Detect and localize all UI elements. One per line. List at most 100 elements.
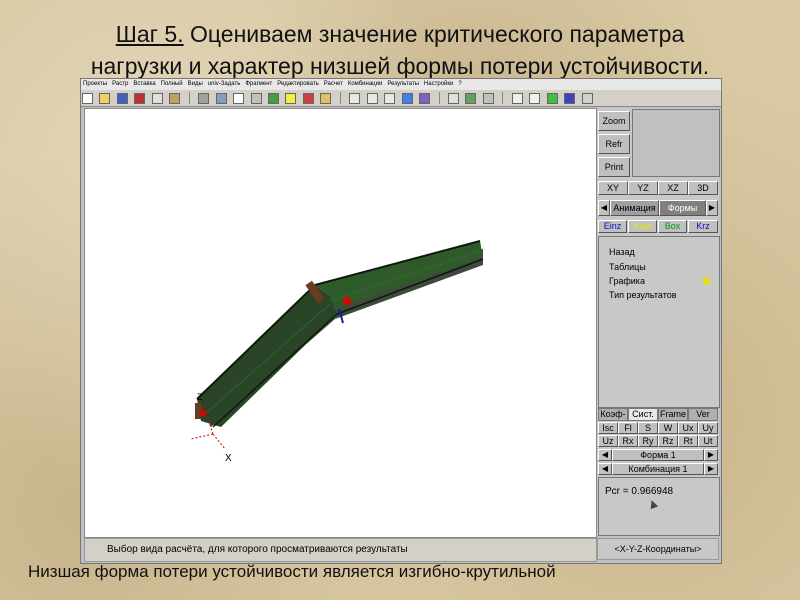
coordinates-readout: <X-Y-Z-Координаты> <box>597 538 719 560</box>
component-ry-button[interactable]: Ry <box>638 435 658 447</box>
view-xz-button[interactable]: XZ <box>658 181 688 195</box>
forma-next-arrow[interactable]: ▶ <box>704 449 718 461</box>
view-3d-button[interactable]: 3D <box>688 181 718 195</box>
lock-icon[interactable] <box>482 93 494 104</box>
axis-y-line <box>190 433 214 440</box>
combo-selector[interactable]: Комбинация 1 <box>612 463 704 475</box>
cut-icon[interactable] <box>134 93 146 104</box>
beam-right-web <box>315 241 483 309</box>
anim-right-arrow[interactable]: ▶ <box>706 200 718 216</box>
component-rt-button[interactable]: Rt <box>678 435 698 447</box>
beam-hatch <box>204 303 331 415</box>
zoom-in-icon[interactable] <box>349 93 361 104</box>
mirror-icon[interactable] <box>320 93 332 104</box>
bulb-icon[interactable] <box>285 93 297 104</box>
menu-item-10[interactable]: Результаты <box>387 81 419 87</box>
animation-tab[interactable]: Анимация <box>610 200 659 216</box>
slide-title: Шаг 5. Оцениваем значение критического п… <box>20 18 780 82</box>
component-ux-button[interactable]: Ux <box>678 422 698 434</box>
beam-model-view: Z X <box>190 240 484 464</box>
combo-next-arrow[interactable]: ▶ <box>704 463 718 475</box>
nav-result-type[interactable]: Тип результатов <box>609 290 677 300</box>
print-button[interactable]: Print <box>598 157 630 177</box>
component-ut-button[interactable]: Ut <box>698 435 718 447</box>
nav-tables[interactable]: Таблицы <box>609 262 646 272</box>
line-icon[interactable] <box>564 93 576 104</box>
zoom-window-icon[interactable] <box>384 93 396 104</box>
nav-graphics[interactable]: Графика <box>609 276 645 286</box>
grid-icon[interactable] <box>215 93 227 104</box>
support-marker-left <box>195 403 201 419</box>
copy-icon[interactable] <box>151 93 163 104</box>
layer-icon[interactable] <box>511 93 523 104</box>
arrow-icon[interactable] <box>546 93 558 104</box>
node-icon[interactable] <box>267 93 279 104</box>
menu-item-4[interactable]: Виды <box>188 81 203 87</box>
menu-item-12[interactable]: ? <box>458 81 461 87</box>
menu-item-2[interactable]: Вставка <box>133 81 155 87</box>
menu-item-5[interactable]: univ-Задать <box>208 81 241 87</box>
print-icon[interactable] <box>198 93 210 104</box>
combo-prev-arrow[interactable]: ◀ <box>598 463 612 475</box>
pcr-value: Pcr = 0.966948 <box>605 486 674 497</box>
menu-item-3[interactable]: Полный <box>161 81 183 87</box>
status-text: Выбор вида расчёта, для которого просмат… <box>107 544 408 555</box>
component-s-button[interactable]: S <box>638 422 658 434</box>
info-icon[interactable] <box>401 93 413 104</box>
menu-item-8[interactable]: Расчет <box>324 81 343 87</box>
axis-x-line <box>212 433 226 450</box>
mode-auto-button[interactable]: Auto <box>628 220 657 233</box>
preview-box <box>632 109 720 177</box>
menu-item-11[interactable]: Настройки <box>424 81 453 87</box>
delete-icon[interactable] <box>302 93 314 104</box>
cross-icon[interactable] <box>529 93 541 104</box>
view-yz-button[interactable]: YZ <box>628 181 658 195</box>
nav-back[interactable]: Назад <box>609 247 635 257</box>
component-w-button[interactable]: W <box>658 422 678 434</box>
axis-z-label: Z <box>197 392 203 402</box>
anim-left-arrow[interactable]: ◀ <box>598 200 610 216</box>
tab-frame[interactable]: Frame <box>658 408 688 421</box>
model-viewport[interactable]: Z X <box>84 108 597 538</box>
zoom-out-icon[interactable] <box>366 93 378 104</box>
tab-ver[interactable]: Ver <box>688 408 718 421</box>
slide-caption: Низшая форма потери устойчивости являетс… <box>28 562 556 581</box>
component-uz-button[interactable]: Uz <box>598 435 618 447</box>
mode-box-button[interactable]: Box <box>658 220 687 233</box>
save-icon[interactable] <box>116 93 128 104</box>
side-panel: Zoom Refr Print XY YZ XZ 3D ◀ Анимация Ф… <box>597 108 720 536</box>
calc-icon[interactable] <box>419 93 431 104</box>
forma-selector[interactable]: Форма 1 <box>612 449 704 461</box>
forms-tab[interactable]: Формы <box>659 200 706 216</box>
component-uy-button[interactable]: Uy <box>698 422 718 434</box>
selection-marker-icon <box>701 276 709 286</box>
zoom-button[interactable]: Zoom <box>598 111 630 131</box>
component-rz-button[interactable]: Rz <box>658 435 678 447</box>
component-rx-button[interactable]: Rx <box>618 435 638 447</box>
component-isc-button[interactable]: Isc <box>598 422 618 434</box>
forma-prev-arrow[interactable]: ◀ <box>598 449 612 461</box>
tab-sist[interactable]: Сист. <box>628 408 658 421</box>
load-marker-mid <box>343 297 351 305</box>
shift-icon[interactable] <box>250 93 262 104</box>
menu-bar: Проекты Растр Вставка Полный Виды univ-Задать… <box>81 79 721 90</box>
menu-item-6[interactable]: Фрагмент <box>245 81 272 87</box>
refresh-button[interactable]: Refr <box>598 134 630 154</box>
tool-icon[interactable] <box>447 93 459 104</box>
result-icon[interactable] <box>465 93 477 104</box>
menu-item-9[interactable]: Комбинации <box>348 81 382 87</box>
paste-icon[interactable] <box>169 93 181 104</box>
mode-einz-button[interactable]: Einz <box>598 220 627 233</box>
menu-item-7[interactable]: Редактировать <box>277 81 318 87</box>
table-icon[interactable] <box>233 93 245 104</box>
component-fl-button[interactable]: Fl <box>618 422 638 434</box>
view-xy-button[interactable]: XY <box>598 181 628 195</box>
tab-coef[interactable]: Коэф-т <box>598 408 628 430</box>
open-file-icon[interactable] <box>99 93 111 104</box>
menu-item-0[interactable]: Проекты <box>83 81 107 87</box>
mode-krz-button[interactable]: Krz <box>688 220 718 233</box>
toolbar <box>81 90 721 107</box>
dropdown-icon[interactable] <box>581 93 593 104</box>
menu-item-1[interactable]: Растр <box>112 81 128 87</box>
new-file-icon[interactable] <box>82 93 93 104</box>
